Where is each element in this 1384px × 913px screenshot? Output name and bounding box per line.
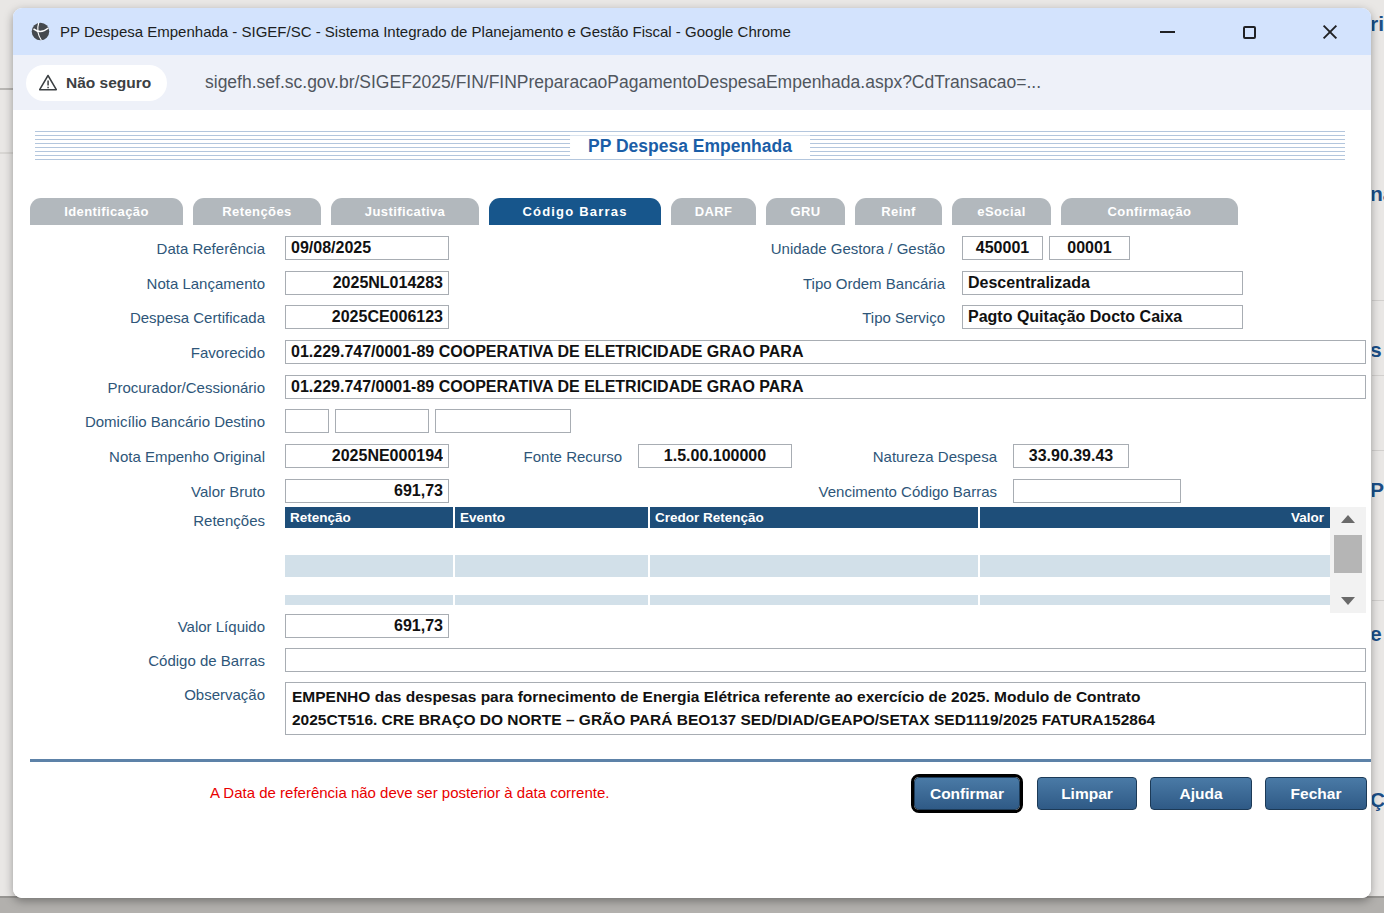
confirmar-button[interactable]: Confirmar <box>914 777 1020 810</box>
tab-reinf[interactable]: Reinf <box>855 198 942 225</box>
close-button[interactable] <box>1307 16 1353 48</box>
scrollbar-thumb[interactable] <box>1334 535 1362 573</box>
label-nota-empenho-original: Nota Empenho Original <box>30 444 265 469</box>
page-title: PP Despesa Empenhada <box>570 136 810 157</box>
background-text-fragment: e <box>1372 622 1382 646</box>
label-valor-liquido: Valor Líquido <box>30 614 265 639</box>
error-message: A Data de referência não deve ser poster… <box>210 784 609 801</box>
close-icon <box>1322 24 1338 40</box>
label-natureza-despesa: Natureza Despesa <box>843 444 997 469</box>
label-procurador-cessionario: Procurador/Cessionário <box>30 375 265 400</box>
input-nota-lancamento[interactable] <box>285 271 449 295</box>
tab-retencoes[interactable]: Retenções <box>193 198 321 225</box>
table-scrollbar[interactable] <box>1330 507 1366 613</box>
scroll-down-icon <box>1341 597 1355 605</box>
tab-identificacao[interactable]: Identificação <box>30 198 183 225</box>
column-header-evento[interactable]: Evento <box>455 507 650 528</box>
label-fonte-recurso: Fonte Recurso <box>493 444 622 469</box>
retencoes-table-header: Retenção Evento Credor Retenção Valor <box>285 507 1330 528</box>
input-nota-empenho-original[interactable] <box>285 444 449 468</box>
tab-justificativa[interactable]: Justificativa <box>331 198 479 225</box>
retencoes-table: Retenção Evento Credor Retenção Valor <box>285 507 1330 605</box>
input-domicilio-agencia[interactable] <box>335 409 429 433</box>
input-domicilio-conta[interactable] <box>435 409 571 433</box>
label-valor-bruto: Valor Bruto <box>30 479 265 504</box>
ajuda-button[interactable]: Ajuda <box>1150 777 1252 810</box>
input-favorecido[interactable] <box>285 340 1366 364</box>
limpar-button[interactable]: Limpar <box>1037 777 1137 810</box>
site-favicon-icon <box>30 21 51 42</box>
tab-darf[interactable]: DARF <box>671 198 756 225</box>
column-header-valor[interactable]: Valor <box>980 507 1330 528</box>
input-tipo-ordem-bancaria[interactable] <box>962 271 1243 295</box>
background-window-edge <box>0 88 13 90</box>
input-data-referencia[interactable] <box>285 236 449 260</box>
tab-confirmacao[interactable]: Confirmação <box>1061 198 1238 225</box>
warning-icon <box>38 73 58 93</box>
label-domicilio-bancario-destino: Domicílio Bancário Destino <box>30 409 265 434</box>
input-codigo-de-barras[interactable] <box>285 648 1366 672</box>
input-vencimento-codigo-barras[interactable] <box>1013 479 1181 503</box>
maximize-icon <box>1243 26 1256 39</box>
input-gestao[interactable] <box>1049 236 1130 260</box>
input-observacao[interactable]: EMPENHO das despesas para fornecimento d… <box>285 682 1366 735</box>
label-tipo-ordem-bancaria: Tipo Ordem Bancária <box>613 271 945 296</box>
background-text-fragment: Ç <box>1372 788 1384 812</box>
background-text-fragment: s <box>1372 338 1382 362</box>
scroll-down-button[interactable] <box>1330 589 1366 613</box>
chrome-popup-window: PP Despesa Empenhada - SIGEF/SC - Sistem… <box>13 8 1371 898</box>
url-text[interactable]: sigefh.sef.sc.gov.br/SIGEF2025/FIN/FINPr… <box>205 55 1041 110</box>
label-observacao: Observação <box>30 682 265 707</box>
column-header-retencao[interactable]: Retenção <box>285 507 455 528</box>
page-content: PP Despesa Empenhada Identificação Reten… <box>13 110 1371 898</box>
table-row <box>285 595 1330 605</box>
input-domicilio-banco[interactable] <box>285 409 329 433</box>
input-tipo-servico[interactable] <box>962 305 1243 329</box>
table-row <box>285 577 1330 595</box>
label-favorecido: Favorecido <box>30 340 265 365</box>
input-valor-bruto[interactable] <box>285 479 449 503</box>
input-procurador-cessionario[interactable] <box>285 375 1366 399</box>
input-unidade-gestora[interactable] <box>962 236 1043 260</box>
minimize-button[interactable] <box>1144 16 1190 48</box>
label-vencimento-codigo-barras: Vencimento Código Barras <box>773 479 997 504</box>
address-bar: Não seguro sigefh.sef.sc.gov.br/SIGEF202… <box>13 55 1371 110</box>
window-titlebar[interactable]: PP Despesa Empenhada - SIGEF/SC - Sistem… <box>13 8 1371 55</box>
label-codigo-de-barras: Código de Barras <box>30 648 265 673</box>
desktop-background <box>0 896 1384 913</box>
background-text-fragment: ri <box>1372 12 1384 36</box>
tab-bar: Identificação Retenções Justificativa Có… <box>30 198 1238 225</box>
scroll-up-icon <box>1341 515 1355 523</box>
label-despesa-certificada: Despesa Certificada <box>30 305 265 330</box>
table-row <box>285 555 1330 577</box>
background-text-fragment: Pa <box>1372 478 1384 502</box>
security-label: Não seguro <box>66 74 151 92</box>
input-fonte-recurso[interactable] <box>638 444 792 468</box>
label-data-referencia: Data Referência <box>30 236 265 261</box>
tab-gru[interactable]: GRU <box>766 198 845 225</box>
background-window-edge <box>0 152 13 154</box>
fechar-button[interactable]: Fechar <box>1265 777 1367 810</box>
scroll-up-button[interactable] <box>1330 507 1366 531</box>
maximize-button[interactable] <box>1226 16 1272 48</box>
label-unidade-gestora: Unidade Gestora / Gestão <box>613 236 945 261</box>
minimize-icon <box>1160 31 1175 33</box>
input-despesa-certificada[interactable] <box>285 305 449 329</box>
label-tipo-servico: Tipo Serviço <box>613 305 945 330</box>
window-title: PP Despesa Empenhada - SIGEF/SC - Sistem… <box>60 8 791 55</box>
separator-line <box>30 759 1371 762</box>
tab-codigo-barras[interactable]: Código Barras <box>489 198 661 225</box>
tab-esocial[interactable]: eSocial <box>952 198 1051 225</box>
page-header-stripes: PP Despesa Empenhada <box>35 131 1345 161</box>
security-indicator[interactable]: Não seguro <box>26 65 167 101</box>
label-nota-lancamento: Nota Lançamento <box>30 271 265 296</box>
background-text-fragment: na <box>1372 182 1384 206</box>
input-valor-liquido[interactable] <box>285 614 449 638</box>
background-window-strip: ri na s Pa e Ç <box>1372 0 1384 896</box>
label-retencoes: Retenções <box>30 508 265 533</box>
table-row <box>285 528 1330 555</box>
input-natureza-despesa[interactable] <box>1013 444 1129 468</box>
column-header-credor-retencao[interactable]: Credor Retenção <box>650 507 980 528</box>
